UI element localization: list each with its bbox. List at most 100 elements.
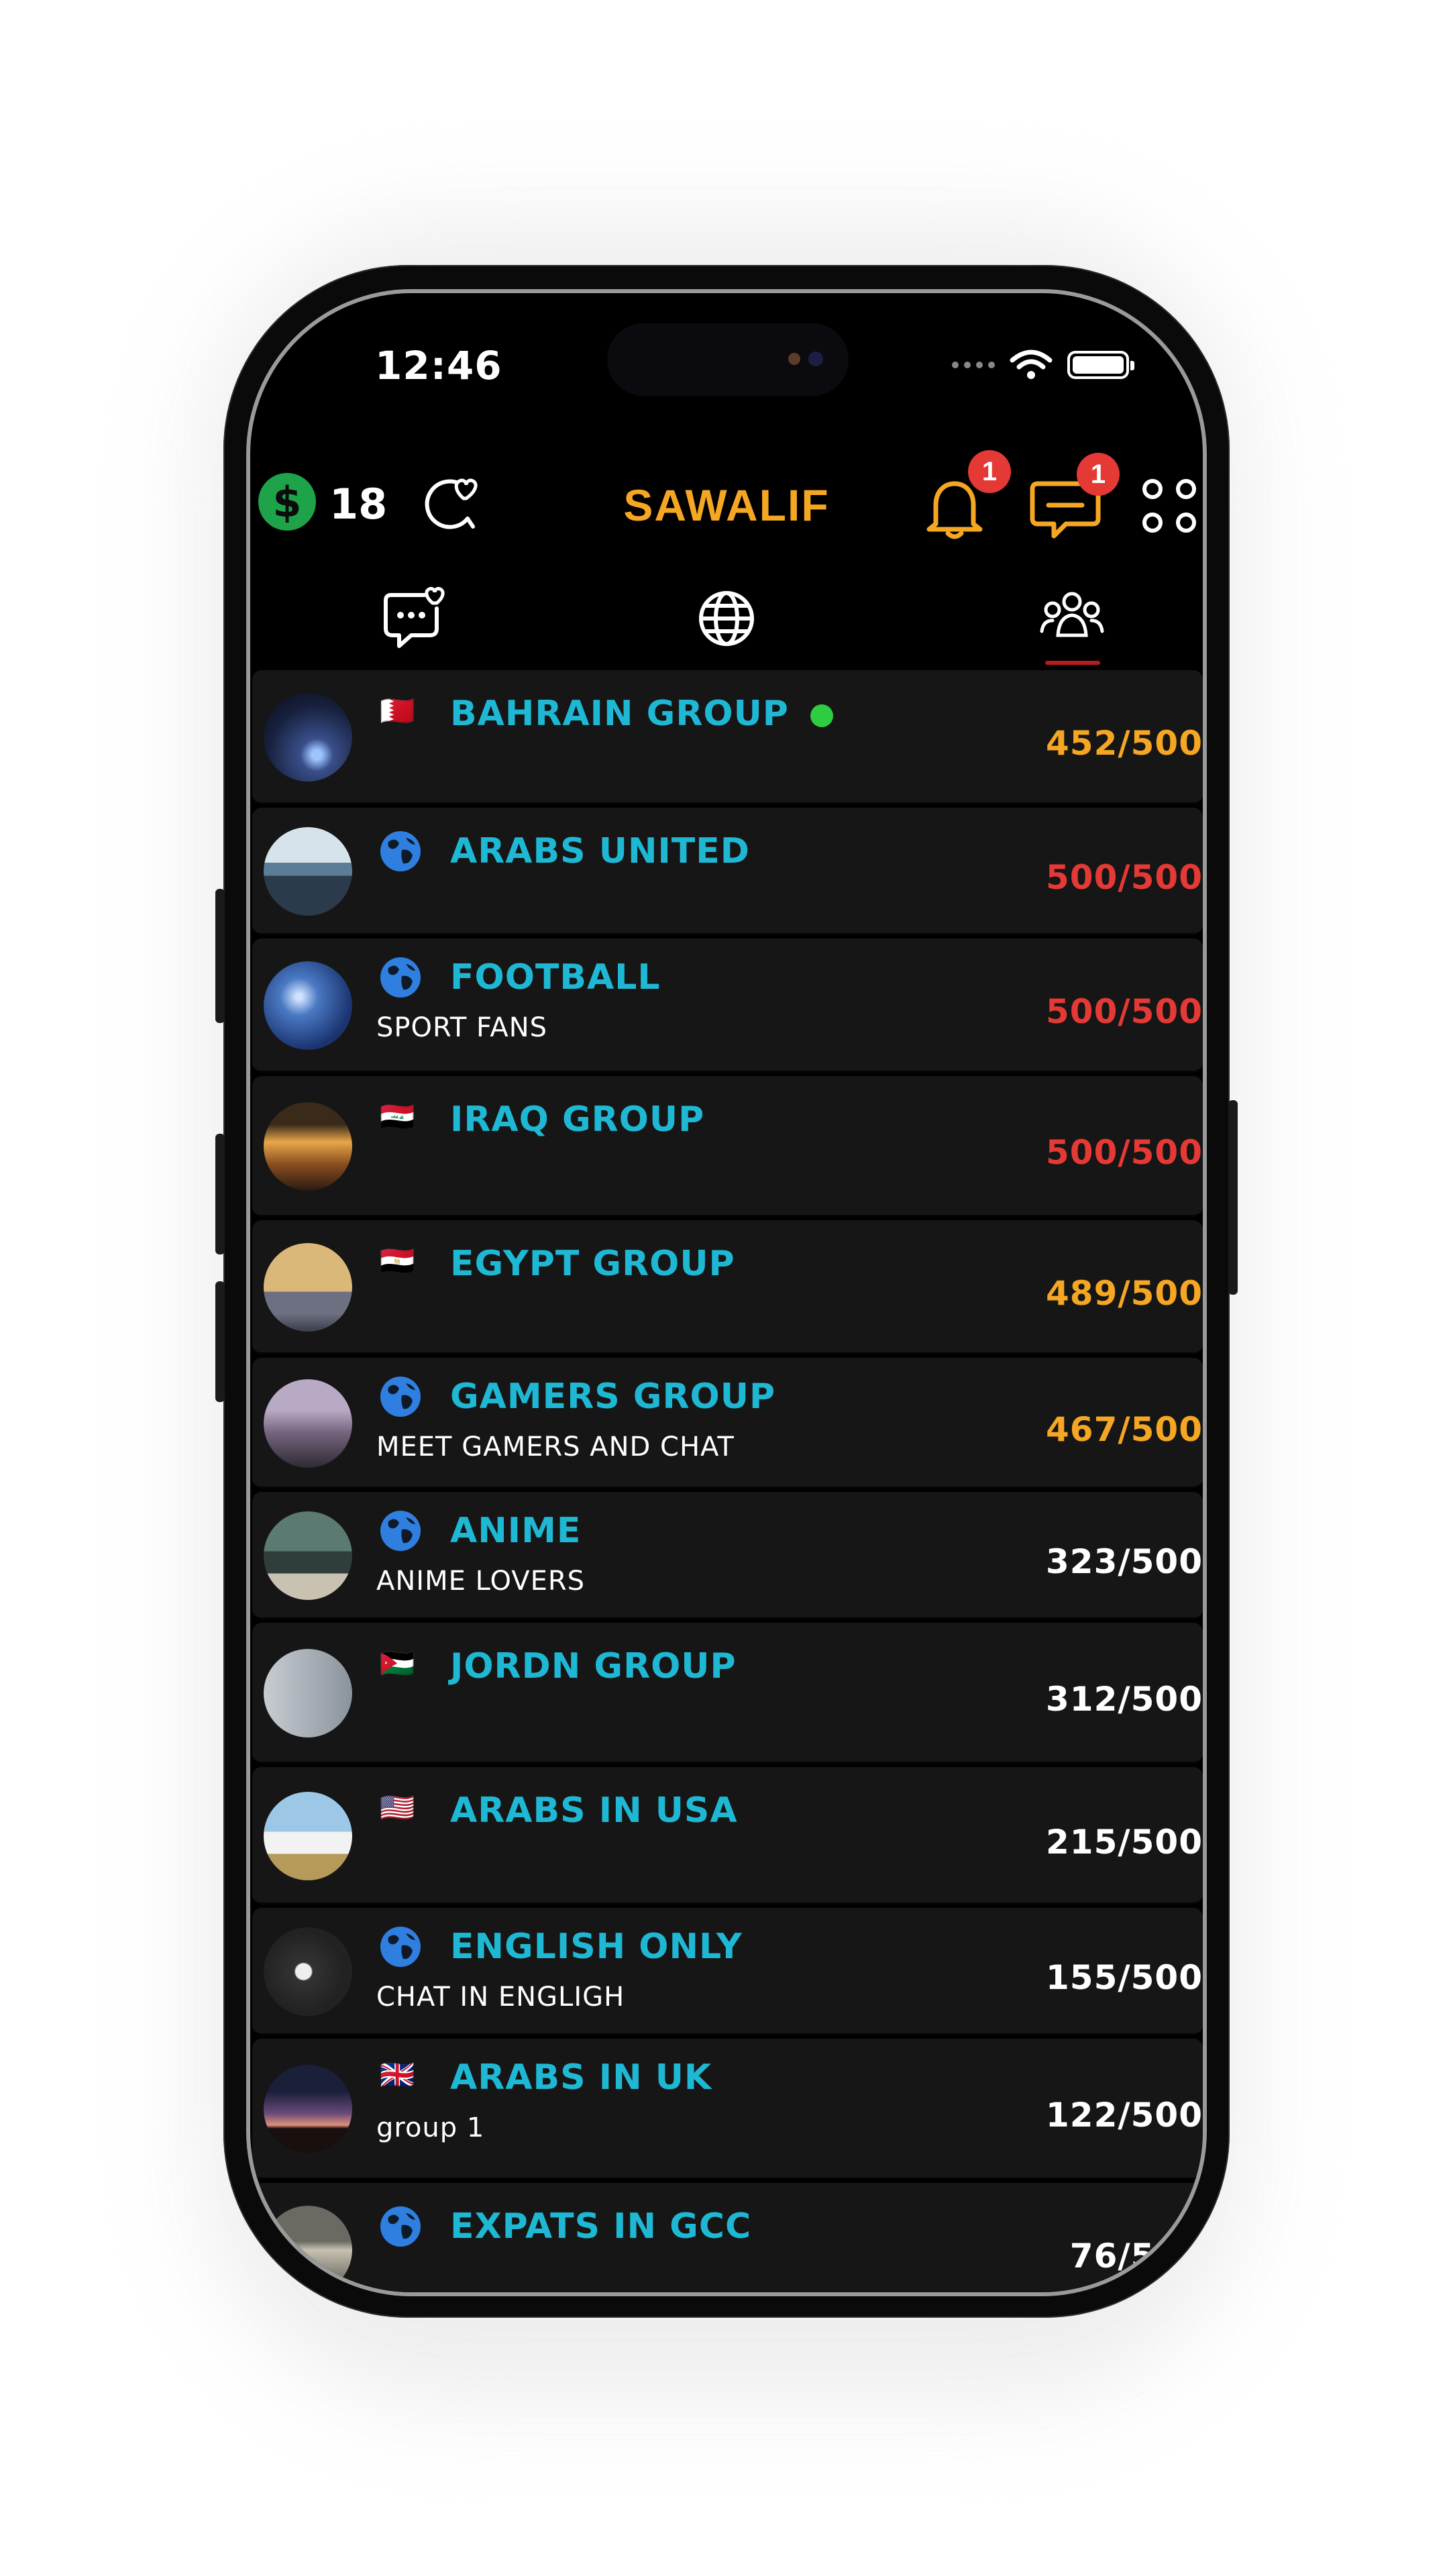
group-avatar[interactable]: [264, 1243, 352, 1332]
member-count: 500/500: [1045, 858, 1203, 897]
group-name-text: ARABS UNITED: [450, 831, 750, 871]
tab-groups[interactable]: [1035, 582, 1109, 655]
battery-icon: [1067, 351, 1134, 379]
group-avatar[interactable]: [264, 1792, 352, 1880]
app-header: $ 18 SAWALIF 1 1: [250, 450, 1203, 548]
member-count: 500/500: [1045, 992, 1203, 1031]
group-name: GAMERS GROUP: [450, 1377, 775, 1417]
group-avatar[interactable]: [264, 1649, 352, 1737]
member-count: 500/500: [1045, 1133, 1203, 1172]
group-subtitle: MEET GAMERS AND CHAT: [376, 1432, 735, 1462]
menu-grid-icon[interactable]: [1139, 476, 1199, 536]
group-name: JORDN GROUP: [450, 1646, 737, 1686]
group-name: ANIME: [450, 1511, 581, 1551]
group-row[interactable]: 🇪🇬 EGYPT GROUP 489/500: [252, 1220, 1203, 1354]
globe-icon: [379, 2205, 422, 2248]
active-tab-indicator: [1045, 661, 1100, 665]
tab-chat[interactable]: [378, 582, 451, 655]
country-flag-icon: 🇧🇭: [380, 694, 415, 727]
group-name-text: ARABS IN UK: [450, 2057, 712, 2098]
globe-icon: [379, 1375, 422, 1418]
group-subtitle: SPORT FANS: [376, 1012, 548, 1043]
cellular-signal-icon: [952, 362, 995, 368]
group-name-text: EGYPT GROUP: [450, 1244, 735, 1284]
group-subtitle: ANIME LOVERS: [376, 1566, 586, 1597]
group-name-text: IRAQ GROUP: [450, 1099, 705, 1140]
globe-icon: [379, 1925, 422, 1968]
member-count: 155/500: [1045, 1958, 1203, 1997]
group-name-text: EXPATS IN GCC: [450, 2206, 752, 2247]
group-avatar[interactable]: [264, 2206, 352, 2292]
volume-down-button: [215, 1281, 225, 1402]
group-row[interactable]: ARABS UNITED 500/500: [252, 808, 1203, 935]
group-name: FOOTBALL: [450, 957, 661, 998]
app-screen: 12:46 $ 18 SAWALIF 1 1 🇧🇭 BAHRAIN GROUP …: [250, 293, 1203, 2292]
group-row[interactable]: ANIME ANIME LOVERS 323/500: [252, 1492, 1203, 1619]
group-row[interactable]: GAMERS GROUP MEET GAMERS AND CHAT 467/500: [252, 1358, 1203, 1489]
camera-dot: [808, 352, 823, 366]
group-row[interactable]: 🇮🇶 IRAQ GROUP 500/500: [252, 1076, 1203, 1217]
status-icons: [952, 348, 1134, 382]
group-name: ENGLISH ONLY: [450, 1927, 743, 1967]
country-flag-icon: 🇪🇬: [380, 1244, 415, 1277]
tab-globe[interactable]: [690, 582, 763, 655]
country-flag-icon: 🇮🇶: [380, 1100, 415, 1133]
member-count: 467/500: [1045, 1410, 1203, 1449]
group-name: EGYPT GROUP: [450, 1244, 735, 1284]
dynamic-island: [607, 323, 849, 396]
group-row[interactable]: 🇺🇸 ARABS IN USA 215/500: [252, 1767, 1203, 1904]
group-subtitle: CHAT IN ENGLIGH: [376, 1982, 625, 2012]
group-avatar[interactable]: [264, 693, 352, 782]
member-count: 452/500: [1045, 724, 1203, 763]
group-name: ARABS UNITED: [450, 831, 750, 871]
notifications-badge: 1: [968, 450, 1011, 493]
group-row[interactable]: 🇯🇴 JORDN GROUP 312/500: [252, 1623, 1203, 1764]
group-name-text: ARABS IN USA: [450, 1790, 738, 1831]
group-avatar[interactable]: [264, 1379, 352, 1468]
group-avatar[interactable]: [264, 961, 352, 1050]
group-subtitle: group 1: [376, 2112, 485, 2143]
group-avatar[interactable]: [264, 1511, 352, 1600]
group-name-text: JORDN GROUP: [450, 1646, 737, 1686]
wifi-icon: [1010, 350, 1053, 379]
power-button: [1228, 1100, 1238, 1295]
group-name: BAHRAIN GROUP: [450, 694, 833, 734]
globe-icon: [379, 830, 422, 873]
group-row[interactable]: 🇧🇭 BAHRAIN GROUP 452/500: [252, 670, 1203, 804]
sensor-dot: [788, 353, 800, 365]
member-count: 312/500: [1045, 1680, 1203, 1719]
group-name-text: ENGLISH ONLY: [450, 1927, 743, 1967]
group-row[interactable]: 🇬🇧 ARABS IN UK group 1 122/500: [252, 2039, 1203, 2180]
group-row[interactable]: FOOTBALL SPORT FANS 500/500: [252, 938, 1203, 1073]
group-name: ARABS IN UK: [450, 2057, 712, 2098]
group-name-text: FOOTBALL: [450, 957, 661, 998]
group-avatar[interactable]: [264, 1927, 352, 2016]
messages-badge: 1: [1077, 453, 1120, 496]
member-count: 215/500: [1045, 1823, 1203, 1862]
globe-icon: [379, 956, 422, 999]
group-avatar[interactable]: [264, 1102, 352, 1191]
member-count: 323/500: [1045, 1542, 1203, 1581]
action-button: [215, 889, 225, 1023]
volume-up-button: [215, 1134, 225, 1254]
member-count: 122/500: [1045, 2096, 1203, 2135]
group-row[interactable]: ENGLISH ONLY CHAT IN ENGLIGH 155/500: [252, 1908, 1203, 2035]
status-time: 12:46: [375, 343, 502, 388]
group-name-text: ANIME: [450, 1511, 582, 1551]
online-indicator: [810, 704, 833, 727]
group-name-text: BAHRAIN GROUP: [450, 694, 789, 734]
group-avatar[interactable]: [264, 2065, 352, 2153]
group-list[interactable]: 🇧🇭 BAHRAIN GROUP 452/500 ARABS UNITED 500/50…: [252, 670, 1203, 2292]
group-name-text: GAMERS GROUP: [450, 1377, 776, 1417]
group-name: IRAQ GROUP: [450, 1099, 704, 1140]
group-name: ARABS IN USA: [450, 1790, 738, 1831]
country-flag-icon: 🇺🇸: [380, 1791, 415, 1824]
group-name: EXPATS IN GCC: [450, 2206, 751, 2247]
group-avatar[interactable]: [264, 827, 352, 916]
member-count: 76/500: [1069, 2237, 1203, 2275]
group-row[interactable]: EXPATS IN GCC 76/500: [252, 2183, 1203, 2292]
member-count: 489/500: [1045, 1274, 1203, 1313]
country-flag-icon: 🇬🇧: [380, 2058, 415, 2091]
globe-icon: [379, 1509, 422, 1552]
country-flag-icon: 🇯🇴: [380, 1647, 415, 1680]
